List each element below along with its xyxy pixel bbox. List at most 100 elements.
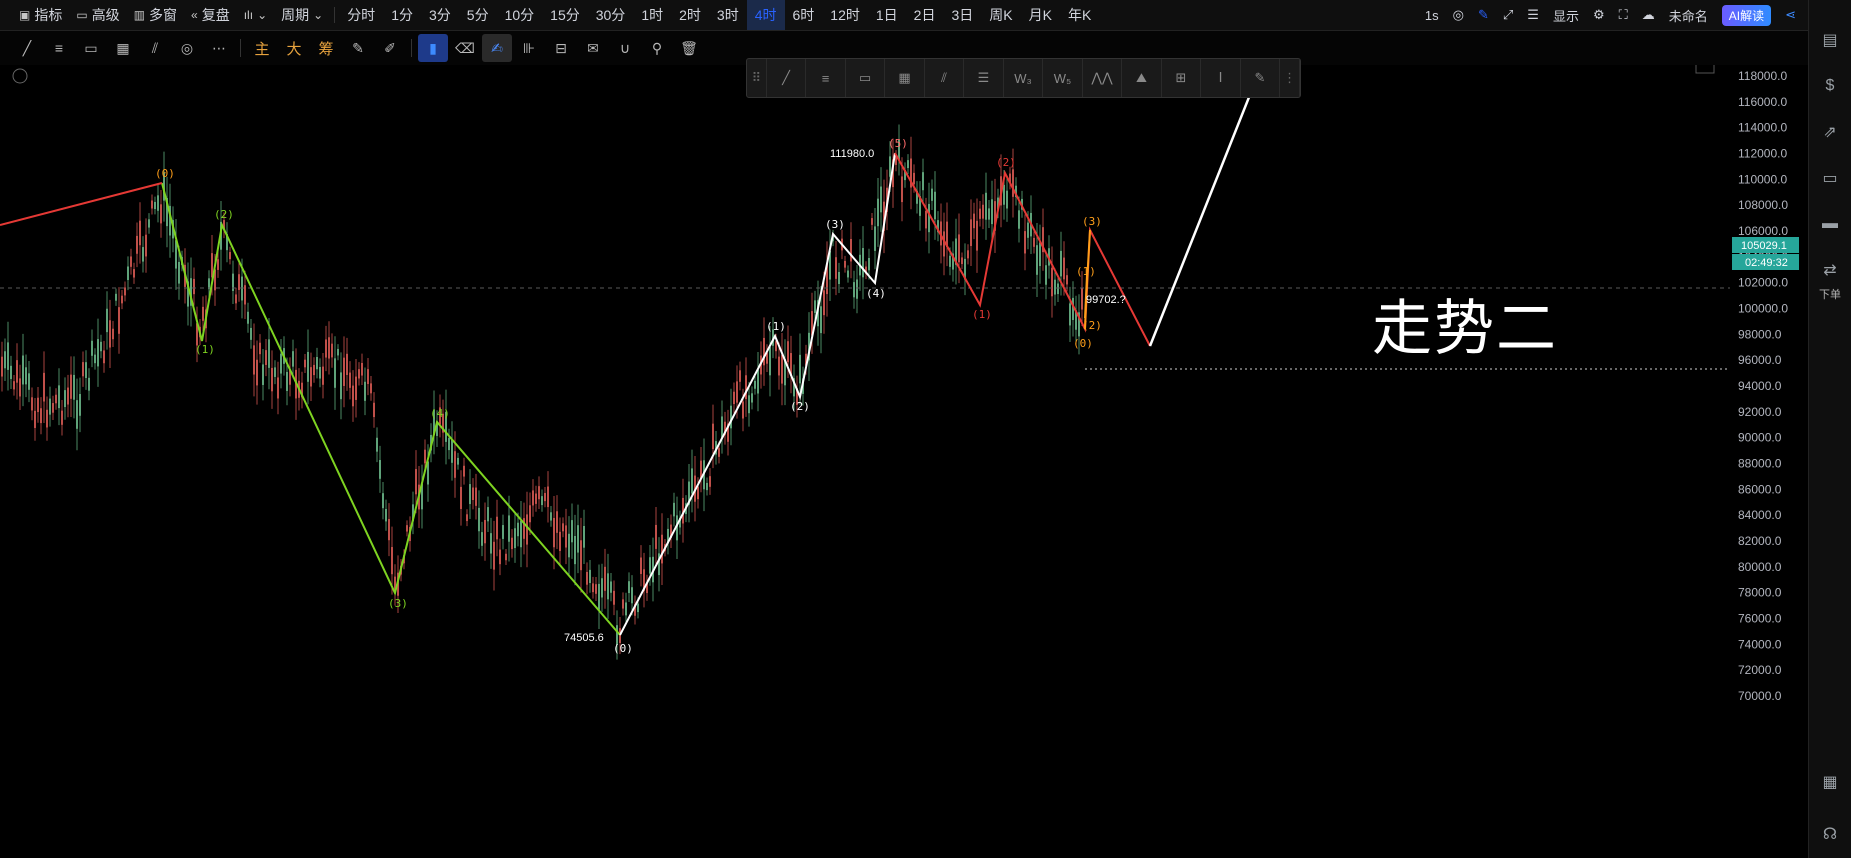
horizontal-lines-icon[interactable]: ≡ xyxy=(44,34,74,62)
dollar-icon[interactable]: $ xyxy=(1818,74,1842,98)
candle-body xyxy=(901,176,903,203)
order-label[interactable]: 下单 xyxy=(1819,286,1841,302)
candle-body xyxy=(589,569,591,583)
add-tool-icon[interactable]: ⊞ xyxy=(1162,59,1202,97)
interval-8[interactable]: 2时 xyxy=(671,0,709,30)
resize-icon[interactable]: ⤢ xyxy=(1503,7,1513,23)
chip-button[interactable]: 筹 xyxy=(311,34,341,62)
screen-icon[interactable]: ▭ xyxy=(1818,166,1842,190)
ruler-icon[interactable]: ▦ xyxy=(108,34,138,62)
chart-type-button[interactable]: ılı ⌄ xyxy=(237,0,274,30)
interval-15[interactable]: 3日 xyxy=(943,0,981,30)
interval-3[interactable]: 5分 xyxy=(459,0,497,30)
trend-icon[interactable]: ⇗ xyxy=(1818,120,1842,144)
interval-9[interactable]: 3时 xyxy=(709,0,747,30)
gear-icon[interactable]: ⚙ xyxy=(1593,7,1605,23)
more-icon[interactable]: ⋯ xyxy=(204,34,234,62)
multi-window-button[interactable]: ▥ 多窗 xyxy=(127,0,184,30)
trash-icon[interactable]: 🗑 xyxy=(674,34,704,62)
bookmark-icon[interactable]: ▮ xyxy=(418,34,448,62)
period-button[interactable]: 周期 ⌄ xyxy=(274,0,330,30)
draw-mode-icon[interactable]: ✍ xyxy=(482,34,512,62)
candle-body xyxy=(355,376,357,400)
candle-body xyxy=(730,405,732,429)
card-icon[interactable]: ▬ xyxy=(1818,212,1842,236)
candle-body xyxy=(745,375,747,400)
big-order-button[interactable]: 大 xyxy=(279,34,309,62)
pattern-tool-icon[interactable]: ⋀⋀ xyxy=(1083,59,1123,97)
line-tool-icon[interactable]: ╱ xyxy=(767,59,807,97)
interval-4[interactable]: 10分 xyxy=(497,0,543,30)
pen-tool-icon[interactable]: ✎ xyxy=(1241,59,1281,97)
hlines-tool-icon[interactable]: ≡ xyxy=(806,59,846,97)
replay-button[interactable]: «复盘 xyxy=(184,0,237,30)
interval-7[interactable]: 1时 xyxy=(633,0,671,30)
candle-body xyxy=(526,514,528,545)
lock-icon[interactable]: ⊟ xyxy=(546,34,576,62)
support-icon[interactable]: ☊ xyxy=(1818,822,1842,846)
indicators-button[interactable]: ▣ 指标 xyxy=(12,0,69,30)
candle-body xyxy=(325,339,327,358)
interval-18[interactable]: 年K xyxy=(1060,0,1099,30)
camera-icon[interactable]: ◎ xyxy=(1453,7,1464,23)
candle-body xyxy=(733,391,735,405)
filter-icon[interactable]: ⚲ xyxy=(642,34,672,62)
measure-icon[interactable]: ⊪ xyxy=(514,34,544,62)
cloud-icon[interactable]: ☁ xyxy=(1642,7,1655,23)
candle-body xyxy=(820,306,822,334)
candle-body xyxy=(103,350,105,364)
eraser-icon[interactable]: ⌫ xyxy=(450,34,480,62)
interval-10-active[interactable]: 4时 xyxy=(746,0,785,30)
magnet-icon[interactable]: ∪ xyxy=(610,34,640,62)
trend-line-icon[interactable]: ╱ xyxy=(12,34,42,62)
interval-13[interactable]: 1日 xyxy=(868,0,906,30)
wave5-tool-icon[interactable]: W₅ xyxy=(1043,59,1083,97)
ai-button[interactable]: AI解读 xyxy=(1721,4,1772,26)
note-icon[interactable]: ✉ xyxy=(578,34,608,62)
share-icon[interactable]: ⋖ xyxy=(1785,7,1796,23)
interval-16[interactable]: 周K xyxy=(981,0,1020,30)
interval-14[interactable]: 2日 xyxy=(906,0,944,30)
display-button[interactable]: 显示 xyxy=(1553,6,1579,25)
interval-0[interactable]: 分时 xyxy=(339,0,383,30)
drag-handle-icon[interactable]: ⠿ xyxy=(747,59,767,97)
rectangle-icon[interactable]: ▭ xyxy=(76,34,106,62)
shape-tool-icon[interactable]: ⛰ xyxy=(1122,59,1162,97)
candle-body xyxy=(541,496,543,506)
interval-6[interactable]: 30分 xyxy=(588,0,634,30)
interval-2[interactable]: 3分 xyxy=(421,0,459,30)
interval-11[interactable]: 6时 xyxy=(785,0,823,30)
pen-icon[interactable]: ✎ xyxy=(1478,7,1489,23)
fib-tool-icon[interactable]: ☰ xyxy=(964,59,1004,97)
candle-body xyxy=(121,295,123,304)
chart-area[interactable]: (0) (1) (2) (3) (4) (0) (1) (2) (3) (4) … xyxy=(0,56,1808,855)
interval-17[interactable]: 月K xyxy=(1021,0,1060,30)
advanced-button[interactable]: ▭ 高级 xyxy=(69,0,126,30)
text-tool-icon[interactable]: Ⅰ xyxy=(1201,59,1241,97)
list-icon[interactable]: ☰ xyxy=(1527,7,1539,23)
calendar-icon[interactable]: ▦ xyxy=(1818,770,1842,794)
candle-body xyxy=(502,525,504,539)
candle-body xyxy=(28,373,30,390)
interval-5[interactable]: 15分 xyxy=(542,0,588,30)
fullscreen-icon[interactable]: ⛶ xyxy=(1619,7,1628,23)
wave3-tool-icon[interactable]: W₃ xyxy=(1004,59,1044,97)
rect-tool-icon[interactable]: ▭ xyxy=(846,59,886,97)
interval-12[interactable]: 12时 xyxy=(822,0,868,30)
parallel-channel-icon[interactable]: ⫽ xyxy=(140,34,170,62)
right-interval[interactable]: 1s xyxy=(1425,8,1439,23)
spiral-icon[interactable]: ◎ xyxy=(172,34,202,62)
candle-body xyxy=(280,353,282,374)
interval-1[interactable]: 1分 xyxy=(383,0,421,30)
edit-icon[interactable]: ✎ xyxy=(343,34,373,62)
order-icon[interactable]: ⇄ xyxy=(1818,258,1842,282)
ruler-tool-icon[interactable]: ▦ xyxy=(885,59,925,97)
main-indicator-button[interactable]: 主 xyxy=(247,34,277,62)
channel-tool-icon[interactable]: ⫽ xyxy=(925,59,965,97)
brush-icon[interactable]: ✐ xyxy=(375,34,405,62)
drag-handle-icon[interactable]: ⋮ xyxy=(1280,59,1300,97)
candle-body xyxy=(625,602,627,616)
price-tick-label: 74000.0 xyxy=(1738,637,1782,651)
layout-name[interactable]: 未命名 xyxy=(1669,6,1708,25)
watchlist-icon[interactable]: ▤ xyxy=(1818,28,1842,52)
